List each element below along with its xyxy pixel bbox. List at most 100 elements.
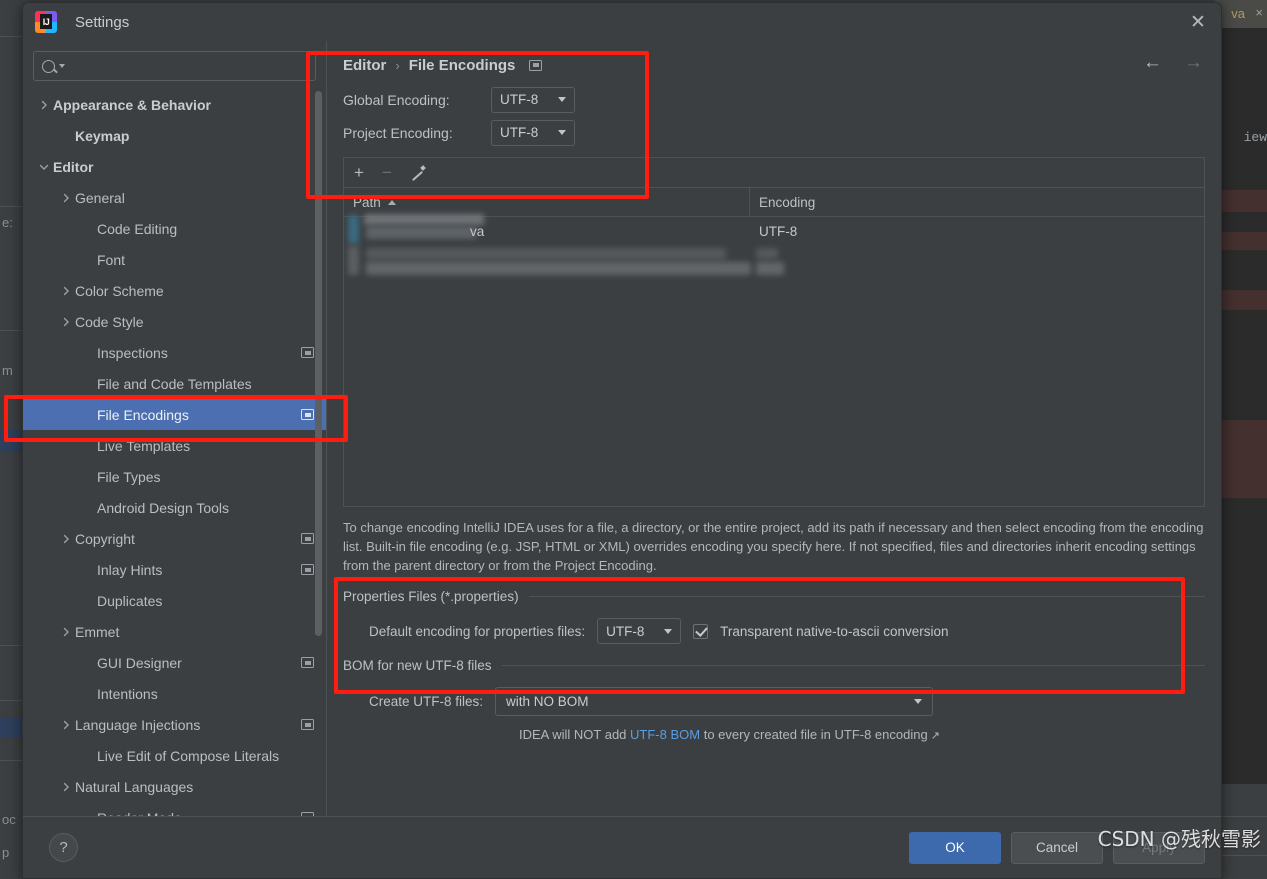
transparent-native-to-ascii-checkbox[interactable] xyxy=(693,623,709,639)
utf8-bom-link[interactable]: UTF-8 BOM xyxy=(630,727,700,742)
sidebar-item-label: Keymap xyxy=(75,127,130,144)
bom-hint-suffix: to every created file in UTF-8 encoding xyxy=(700,727,928,742)
sidebar-item-editor[interactable]: Editor xyxy=(23,151,326,182)
project-scope-icon[interactable] xyxy=(301,533,314,544)
encodings-description: To change encoding IntelliJ IDEA uses fo… xyxy=(343,520,1204,573)
project-encoding-dropdown[interactable]: UTF-8 xyxy=(491,119,575,146)
minus-icon[interactable]: − xyxy=(382,164,392,181)
project-scope-icon[interactable] xyxy=(529,59,543,71)
sidebar-item-copyright[interactable]: Copyright xyxy=(23,523,326,554)
sidebar-item-live-edit-of-compose-literals[interactable]: Live Edit of Compose Literals xyxy=(23,740,326,771)
row-path-visible-text: va xyxy=(470,224,485,239)
global-encoding-dropdown[interactable]: UTF-8 xyxy=(491,86,575,113)
breadcrumb-current: File Encodings xyxy=(408,56,516,74)
sidebar-item-label: File Types xyxy=(97,468,161,485)
group-rule xyxy=(501,665,1205,666)
sidebar-item-intentions[interactable]: Intentions xyxy=(23,678,326,709)
settings-tree[interactable]: Appearance & Behavior Keymap Editor General… xyxy=(23,87,326,816)
search-input[interactable] xyxy=(71,57,307,75)
sidebar-item-inspections[interactable]: Inspections xyxy=(23,337,326,368)
external-link-icon[interactable]: ↗ xyxy=(931,730,940,742)
sidebar-item-file-and-code-templates[interactable]: File and Code Templates xyxy=(23,368,326,399)
project-scope-icon[interactable] xyxy=(301,409,314,420)
sidebar-item-label: Duplicates xyxy=(97,592,163,609)
sidebar-item-code-editing[interactable]: Code Editing xyxy=(23,213,326,244)
sidebar-item-reader-mode[interactable]: Reader Mode xyxy=(23,802,326,816)
sidebar-scrollbar-thumb[interactable] xyxy=(315,91,322,636)
sidebar-item-live-templates[interactable]: Live Templates xyxy=(23,430,326,461)
row-encoding-value: UTF-8 xyxy=(759,224,798,239)
sidebar-item-keymap[interactable]: Keymap xyxy=(23,120,326,151)
ok-button[interactable]: OK xyxy=(909,831,1001,864)
sidebar-item-label: File Encodings xyxy=(97,406,189,423)
dialog-title: Settings xyxy=(75,13,130,31)
background-diff-marker xyxy=(1220,420,1267,498)
arrow-left-icon[interactable]: ← xyxy=(1143,53,1162,72)
pencil-icon[interactable] xyxy=(410,165,425,180)
default-properties-encoding-value: UTF-8 xyxy=(606,623,645,639)
background-tab-label: va xyxy=(1231,6,1245,21)
sidebar-item-label: Emmet xyxy=(75,623,120,640)
background-selection xyxy=(0,430,22,452)
search-box[interactable] xyxy=(33,51,316,81)
background-editor-text: iew xyxy=(1243,130,1267,145)
plus-icon[interactable]: + xyxy=(354,164,364,181)
chevron-right-icon[interactable] xyxy=(35,100,53,110)
column-header-encoding[interactable]: Encoding xyxy=(750,188,1204,216)
help-button[interactable]: ? xyxy=(49,833,78,862)
project-scope-icon[interactable] xyxy=(301,564,314,575)
chevron-right-icon[interactable] xyxy=(57,534,75,544)
chevron-down-icon[interactable] xyxy=(59,64,65,68)
sidebar-item-android-design-tools[interactable]: Android Design Tools xyxy=(23,492,326,523)
sidebar-item-inlay-hints[interactable]: Inlay Hints xyxy=(23,554,326,585)
bom-hint-prefix: IDEA will NOT add xyxy=(519,727,631,742)
chevron-right-icon[interactable] xyxy=(57,627,75,637)
arrow-right-icon[interactable]: → xyxy=(1184,53,1203,72)
table-row[interactable] xyxy=(344,246,1204,275)
sidebar-scrollbar-track[interactable] xyxy=(315,91,324,812)
encodings-table[interactable]: Path Encoding va UTF-8 xyxy=(343,187,1205,507)
project-scope-icon[interactable] xyxy=(301,657,314,668)
sidebar-item-font[interactable]: Font xyxy=(23,244,326,275)
row-encoding-blurred xyxy=(756,248,778,259)
default-properties-encoding-dropdown[interactable]: UTF-8 xyxy=(597,618,682,644)
sidebar-item-gui-designer[interactable]: GUI Designer xyxy=(23,647,326,678)
sidebar-item-label: Inspections xyxy=(97,344,168,361)
sidebar-item-color-scheme[interactable]: Color Scheme xyxy=(23,275,326,306)
chevron-right-icon[interactable] xyxy=(57,317,75,327)
column-header-path[interactable]: Path xyxy=(344,188,750,216)
chevron-down-icon[interactable] xyxy=(35,162,53,172)
sidebar-item-code-style[interactable]: Code Style xyxy=(23,306,326,337)
sidebar-item-language-injections[interactable]: Language Injections xyxy=(23,709,326,740)
sidebar-item-duplicates[interactable]: Duplicates xyxy=(23,585,326,616)
settings-sidebar: Appearance & Behavior Keymap Editor General… xyxy=(23,41,326,816)
watermark: CSDN @残秋雪影 xyxy=(1097,827,1261,851)
sidebar-item-emmet[interactable]: Emmet xyxy=(23,616,326,647)
table-row[interactable]: va UTF-8 xyxy=(344,214,1204,246)
sidebar-item-general[interactable]: General xyxy=(23,182,326,213)
sidebar-item-natural-languages[interactable]: Natural Languages xyxy=(23,771,326,802)
project-scope-icon[interactable] xyxy=(301,719,314,730)
create-utf8-files-value: with NO BOM xyxy=(506,694,589,709)
sidebar-item-file-encodings[interactable]: File Encodings xyxy=(23,399,326,430)
breadcrumb-parent[interactable]: Editor xyxy=(343,57,386,74)
sidebar-item-appearance-behavior[interactable]: Appearance & Behavior xyxy=(23,89,326,120)
project-scope-icon[interactable] xyxy=(301,347,314,358)
chevron-right-icon[interactable] xyxy=(57,720,75,730)
sidebar-item-label: Color Scheme xyxy=(75,282,164,299)
sidebar-item-label: Inlay Hints xyxy=(97,561,163,578)
cancel-button[interactable]: Cancel xyxy=(1011,831,1103,864)
chevron-right-icon[interactable] xyxy=(57,782,75,792)
create-utf8-files-dropdown[interactable]: with NO BOM xyxy=(495,687,934,716)
transparent-native-to-ascii-label[interactable]: Transparent native-to-ascii conversion xyxy=(720,624,948,639)
background-text: e: xyxy=(2,215,13,230)
chevron-right-icon[interactable] xyxy=(57,286,75,296)
table-header: Path Encoding xyxy=(344,188,1204,217)
chevron-right-icon[interactable] xyxy=(57,193,75,203)
row-icon-blurred xyxy=(348,215,359,244)
background-divider xyxy=(1220,816,1267,817)
group-rule xyxy=(528,596,1205,597)
close-icon[interactable]: ✕ xyxy=(1175,3,1221,41)
sidebar-item-label: Live Edit of Compose Literals xyxy=(97,747,280,764)
sidebar-item-file-types[interactable]: File Types xyxy=(23,461,326,492)
